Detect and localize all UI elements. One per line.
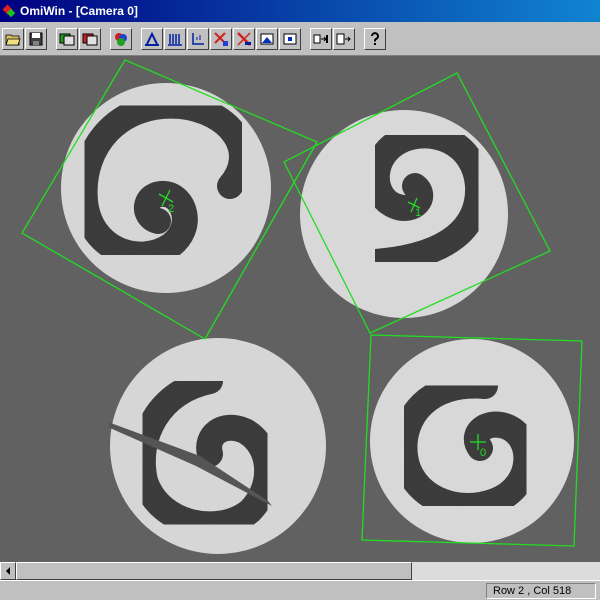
target-button[interactable] [279, 27, 301, 50]
save-button[interactable] [25, 27, 47, 50]
status-bar: Row 2 , Col 518 [0, 580, 600, 600]
export-button[interactable] [333, 27, 355, 50]
toolbar [0, 22, 600, 56]
window-title: OmiWin - [Camera 0] [20, 4, 138, 18]
title-bar: OmiWin - [Camera 0] [0, 0, 600, 22]
import-button[interactable] [310, 27, 332, 50]
region-icon [260, 33, 274, 44]
help-button[interactable] [364, 27, 386, 50]
grid-button[interactable] [164, 27, 186, 50]
export-icon [336, 33, 351, 44]
open-icon [5, 34, 21, 45]
camera-live-icon [59, 33, 75, 45]
import-icon [313, 34, 328, 43]
help-icon [371, 31, 379, 45]
axes-button[interactable] [187, 27, 209, 50]
detection-label-1: 1 [415, 207, 421, 219]
color-model-icon [115, 32, 127, 46]
cookie-0 [370, 339, 574, 543]
detection-label-2: 2 [168, 203, 174, 215]
region-button[interactable] [256, 27, 278, 50]
camera-live-button[interactable] [56, 27, 78, 50]
delete-point-button[interactable] [233, 27, 255, 50]
grid-icon [168, 33, 182, 46]
scroll-left-button[interactable] [0, 562, 16, 580]
horizontal-scrollbar[interactable] [0, 562, 600, 580]
open-button[interactable] [2, 27, 24, 50]
camera-view[interactable]: 2 1 0 [0, 56, 600, 562]
delete-point-icon [237, 31, 251, 46]
camera-freeze-icon [82, 33, 98, 45]
arrow-left-icon [6, 567, 10, 575]
scroll-thumb[interactable] [16, 562, 412, 580]
add-point-icon [214, 31, 228, 46]
target-icon [283, 33, 297, 44]
save-icon [29, 32, 43, 45]
app-icon [2, 4, 16, 18]
train-model-icon [145, 31, 159, 46]
camera-image: 2 1 0 [0, 56, 600, 562]
cursor-position-status: Row 2 , Col 518 [486, 583, 596, 599]
detection-label-0: 0 [480, 447, 486, 459]
add-point-button[interactable] [210, 27, 232, 50]
camera-freeze-button[interactable] [79, 27, 101, 50]
color-model-button[interactable] [110, 27, 132, 50]
axes-icon [192, 32, 204, 45]
train-model-button[interactable] [141, 27, 163, 50]
cookie-1 [300, 110, 508, 318]
